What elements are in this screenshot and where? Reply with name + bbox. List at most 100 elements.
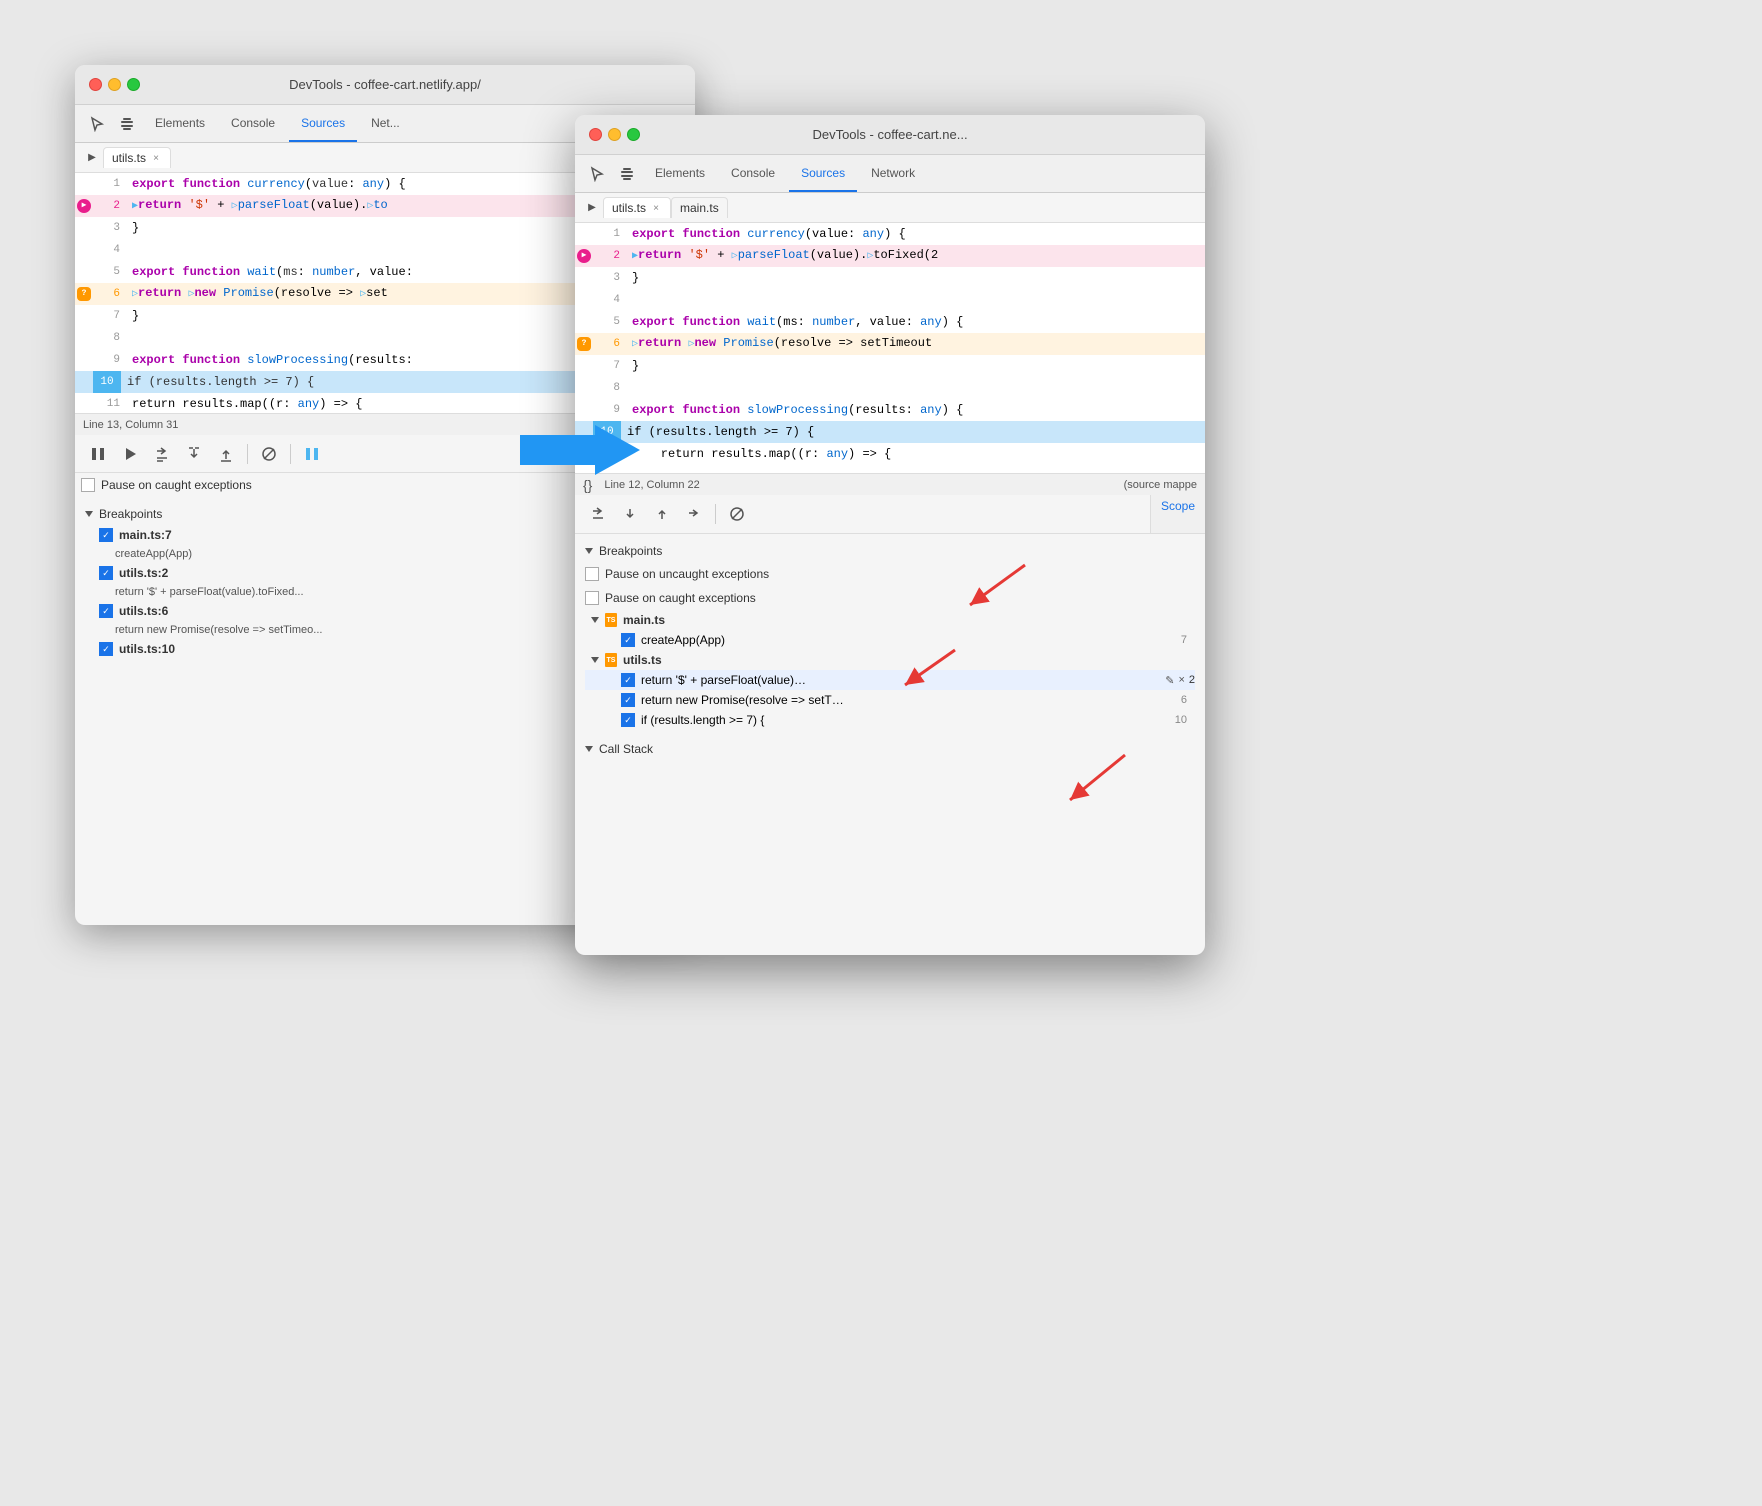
pause-exceptions-label-bg: Pause on caught exceptions <box>101 478 252 492</box>
fg-code-line-3: 3 } <box>575 267 1205 289</box>
file-tabs-fg: ▶ utils.ts × main.ts <box>575 193 1205 223</box>
bp-utilsTs6-file-bg: utils.ts:6 <box>119 604 168 618</box>
tab-console-fg[interactable]: Console <box>719 155 787 192</box>
fg-code-line-11: 11 return results.map((r: any) => { <box>575 443 1205 465</box>
file-close-utils-bg[interactable]: × <box>150 152 162 164</box>
toolbar-sep-fg <box>715 504 716 524</box>
titlebar-fg: DevTools - coffee-cart.ne... <box>575 115 1205 155</box>
resume-btn-fg[interactable] <box>585 501 611 527</box>
toolbar-separator-2-bg <box>290 444 291 464</box>
bp-mainTs-item1-checkbox-fg[interactable] <box>621 633 635 647</box>
bp-mainTs-checkbox-bg[interactable] <box>99 528 113 542</box>
pause-caught-label-fg: Pause on caught exceptions <box>605 591 756 605</box>
call-stack-toggle-fg[interactable] <box>585 746 593 752</box>
panel-toggle-fg[interactable]: ▶ <box>581 197 603 219</box>
step-into-btn-bg[interactable] <box>181 441 207 467</box>
tab-sources-fg[interactable]: Sources <box>789 155 857 192</box>
file-tab-main-fg[interactable]: main.ts <box>671 197 728 218</box>
tab-network-fg[interactable]: Network <box>859 155 927 192</box>
file-tab-utils-fg[interactable]: utils.ts × <box>603 197 671 218</box>
bp-utilsTs10-checkbox-bg[interactable] <box>99 642 113 656</box>
bp-utilsTs2-checkbox-bg[interactable] <box>99 566 113 580</box>
mainTs-file-icon-fg: TS <box>605 613 617 627</box>
utilsTs-toggle-fg[interactable] <box>591 657 599 663</box>
bp-indicator-1 <box>75 175 93 193</box>
cursor-icon[interactable] <box>83 110 111 138</box>
debug-toolbar-row-fg: Scope <box>575 495 1205 534</box>
cursor-icon-fg[interactable] <box>583 160 611 188</box>
devtools-window-foreground: DevTools - coffee-cart.ne... Elements Co… <box>575 115 1205 955</box>
pause-on-ex-btn-bg[interactable] <box>299 441 325 467</box>
window-title-bg: DevTools - coffee-cart.netlify.app/ <box>289 77 481 92</box>
file-name-utils-bg: utils.ts <box>112 151 146 165</box>
breakpoints-toggle-bg[interactable] <box>85 511 93 517</box>
step-out-btn-bg[interactable] <box>213 441 239 467</box>
red-arrow-2 <box>880 640 960 700</box>
file-name-main-fg: main.ts <box>680 201 719 215</box>
pause-caught-checkbox-fg[interactable] <box>585 591 599 605</box>
remove-bp-icon-fg[interactable]: × <box>1178 674 1184 686</box>
bp-utilsTs10-file-bg: utils.ts:10 <box>119 642 175 656</box>
tab-network-bg[interactable]: Net... <box>359 105 412 142</box>
breakpoints-title-fg: Breakpoints <box>599 544 662 558</box>
traffic-lights-bg <box>89 78 140 91</box>
breakpoints-title-bg: Breakpoints <box>99 507 162 521</box>
resume-btn-bg[interactable] <box>117 441 143 467</box>
pause-uncaught-fg: Pause on uncaught exceptions <box>585 562 1195 586</box>
pause-btn-bg[interactable] <box>85 441 111 467</box>
window-title-fg: DevTools - coffee-cart.ne... <box>812 127 967 142</box>
cursor-position-bg: Line 13, Column 31 <box>83 419 178 431</box>
close-button-fg[interactable] <box>589 128 602 141</box>
bp-utilsTs10-item-checkbox-fg[interactable] <box>621 713 635 727</box>
file-close-utils-fg[interactable]: × <box>650 202 662 214</box>
traffic-lights-fg <box>589 128 640 141</box>
scope-tab-fg[interactable]: Scope <box>1150 495 1205 533</box>
step-over-btn-bg[interactable] <box>149 441 175 467</box>
deactivate-btn-fg[interactable] <box>724 501 750 527</box>
breakpoints-toggle-fg[interactable] <box>585 548 593 554</box>
layers-icon-fg[interactable] <box>613 160 641 188</box>
call-stack-title-fg: Call Stack <box>599 742 653 756</box>
fg-code-line-5: 5 export function wait(ms: number, value… <box>575 311 1205 333</box>
pause-uncaught-label-fg: Pause on uncaught exceptions <box>605 567 769 581</box>
direction-arrow <box>520 420 640 480</box>
pause-uncaught-checkbox-fg[interactable] <box>585 567 599 581</box>
mainTs-name-fg: main.ts <box>623 613 665 627</box>
tab-elements-fg[interactable]: Elements <box>643 155 717 192</box>
step-out-btn-fg[interactable] <box>649 501 675 527</box>
bp-utilsTs10-item-fg: if (results.length >= 7) { 10 <box>585 710 1195 730</box>
tab-elements-bg[interactable]: Elements <box>143 105 217 142</box>
bp-utilsTs10-item-line-fg: 10 <box>1175 714 1187 726</box>
fg-code-line-9: 9 export function slowProcessing(results… <box>575 399 1205 421</box>
bp-utilsTs6-checkbox-bg[interactable] <box>99 604 113 618</box>
bp-utilsTs6-item-line-fg: 6 <box>1181 694 1187 706</box>
maximize-button[interactable] <box>127 78 140 91</box>
bp-utilsTs6-item-checkbox-fg[interactable] <box>621 693 635 707</box>
deactivate-btn-bg[interactable] <box>256 441 282 467</box>
fg-code-line-10: 10 if (results.length >= 7) { <box>575 421 1205 443</box>
bp-utilsTs2-item-checkbox-fg[interactable] <box>621 673 635 687</box>
minimize-button[interactable] <box>108 78 121 91</box>
toolbar-separator-1-bg <box>247 444 248 464</box>
fg-code-line-8: 8 <box>575 377 1205 399</box>
titlebar-bg: DevTools - coffee-cart.netlify.app/ <box>75 65 695 105</box>
maximize-button-fg[interactable] <box>627 128 640 141</box>
pencil-icon-fg[interactable]: ✎ <box>1165 674 1174 687</box>
cursor-position-fg: Line 12, Column 22 <box>604 479 699 491</box>
fg-code-line-2: ▶ 2 ▶return '$' + ▷parseFloat(value).▷to… <box>575 245 1205 267</box>
tab-console-bg[interactable]: Console <box>219 105 287 142</box>
pause-exceptions-checkbox-bg[interactable] <box>81 478 95 492</box>
bp-indicator-6: ? <box>75 285 93 303</box>
panel-toggle-bg[interactable]: ▶ <box>81 147 103 169</box>
layers-icon[interactable] <box>113 110 141 138</box>
close-button[interactable] <box>89 78 102 91</box>
breakpoints-header-fg: Breakpoints <box>585 540 1195 562</box>
step-into-btn-fg[interactable] <box>617 501 643 527</box>
step-over-btn-fg[interactable] <box>681 501 707 527</box>
minimize-button-fg[interactable] <box>608 128 621 141</box>
file-tab-utils-bg[interactable]: utils.ts × <box>103 147 171 168</box>
status-bar-fg: {} Line 12, Column 22 (source mappe <box>575 473 1205 495</box>
mainTs-toggle-fg[interactable] <box>591 617 599 623</box>
bp-indicator-2: ▶ <box>75 197 93 215</box>
tab-sources-bg[interactable]: Sources <box>289 105 357 142</box>
